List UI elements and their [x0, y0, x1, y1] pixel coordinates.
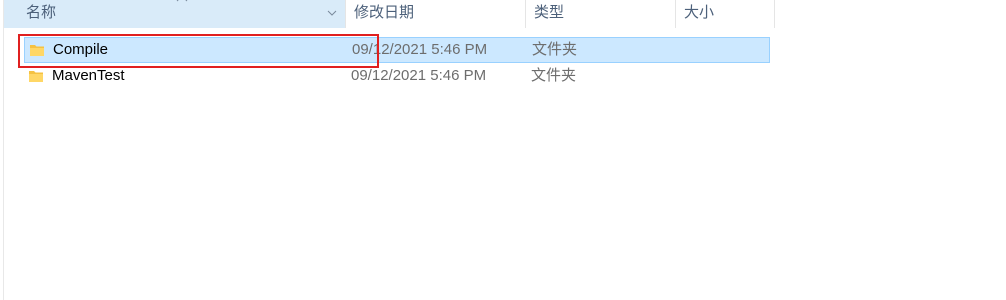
file-type: 文件夹: [532, 41, 578, 58]
column-header-date[interactable]: 修改日期: [346, 0, 526, 28]
column-header-date-label: 修改日期: [354, 4, 415, 21]
file-type: 文件夹: [531, 67, 577, 84]
file-name: Compile: [53, 41, 109, 58]
file-row-maventest[interactable]: MavenTest 09/12/2021 5:46 PM 文件夹: [24, 64, 770, 90]
column-header-name-label: 名称: [26, 4, 57, 21]
column-header-name[interactable]: 名称: [4, 0, 346, 28]
file-row-compile[interactable]: Compile 09/12/2021 5:46 PM 文件夹: [24, 37, 770, 63]
column-header-size[interactable]: 大小: [676, 0, 775, 28]
file-modified-date: 09/12/2021 5:46 PM: [351, 67, 487, 84]
folder-icon: [29, 71, 43, 82]
sort-ascending-icon: [176, 0, 188, 2]
column-header-bar: 名称 修改日期 类型 大小: [4, 0, 775, 28]
file-list-view: 名称 修改日期 类型 大小 Compile 09/12/2021 5:46 PM…: [0, 0, 1006, 300]
column-header-type-label: 类型: [534, 4, 565, 21]
column-header-type[interactable]: 类型: [526, 0, 676, 28]
pane-divider: [3, 0, 4, 300]
file-name: MavenTest: [52, 67, 125, 84]
column-header-size-label: 大小: [684, 4, 715, 21]
folder-icon: [30, 45, 44, 56]
chevron-down-icon[interactable]: [326, 7, 338, 19]
file-modified-date: 09/12/2021 5:46 PM: [352, 41, 488, 58]
